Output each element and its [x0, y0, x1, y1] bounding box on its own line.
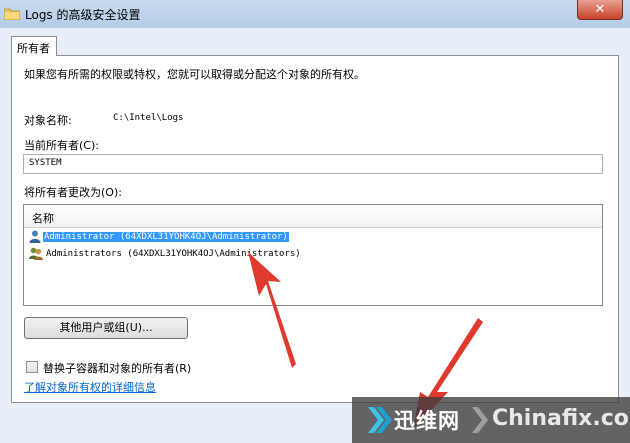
- tab-owner[interactable]: 所有者: [11, 36, 57, 56]
- current-owner-label: 当前所有者(C):: [24, 139, 99, 152]
- title-bar[interactable]: Logs 的高级安全设置 ✕: [0, 0, 630, 29]
- list-item-administrators[interactable]: Administrators (64XDXL31YOHK4OJ\Administ…: [29, 246, 302, 263]
- list-item-label: Administrator (64XDXL31YOHK4OJ\Administr…: [43, 232, 289, 242]
- close-button[interactable]: ✕: [577, 0, 623, 20]
- replace-owner-label: 替换子容器和对象的所有者(R): [43, 362, 192, 375]
- owner-listbox[interactable]: 名称 Administrator (64XDXL31YOHK4OJ\Admini…: [23, 204, 603, 306]
- list-header-label: 名称: [32, 212, 54, 225]
- object-name-label: 对象名称:: [24, 114, 72, 127]
- learn-more-link[interactable]: 了解对象所有权的详细信息: [24, 379, 156, 395]
- watermark-logo: 迅维网 Chinafix.com: [352, 397, 630, 443]
- folder-icon: [4, 8, 20, 20]
- group-icon: [29, 247, 43, 260]
- chevron-logo-icon: [368, 407, 392, 433]
- object-name-value: C:\Intel\Logs: [113, 113, 184, 123]
- current-owner-value: SYSTEM: [29, 158, 62, 168]
- current-owner-field[interactable]: SYSTEM: [23, 154, 603, 174]
- replace-owner-checkbox[interactable]: [26, 361, 38, 373]
- watermark-en-text: Chinafix.com: [492, 406, 630, 431]
- user-icon: [29, 230, 41, 243]
- list-header-name[interactable]: 名称: [24, 205, 602, 228]
- list-item-label: Administrators (64XDXL31YOHK4OJ\Administ…: [46, 249, 301, 259]
- other-users-button[interactable]: 其他用户或组(U)...: [24, 317, 188, 339]
- close-icon: ✕: [594, 2, 606, 17]
- intro-text: 如果您有所需的权限或特权，您就可以取得或分配这个对象的所有权。: [24, 68, 365, 81]
- list-item-administrator[interactable]: Administrator (64XDXL31YOHK4OJ\Administr…: [29, 229, 289, 246]
- change-owner-label: 将所有者更改为(O):: [24, 186, 122, 199]
- watermark-cn-text: 迅维网: [394, 409, 460, 433]
- window-title: Logs 的高级安全设置: [25, 8, 141, 22]
